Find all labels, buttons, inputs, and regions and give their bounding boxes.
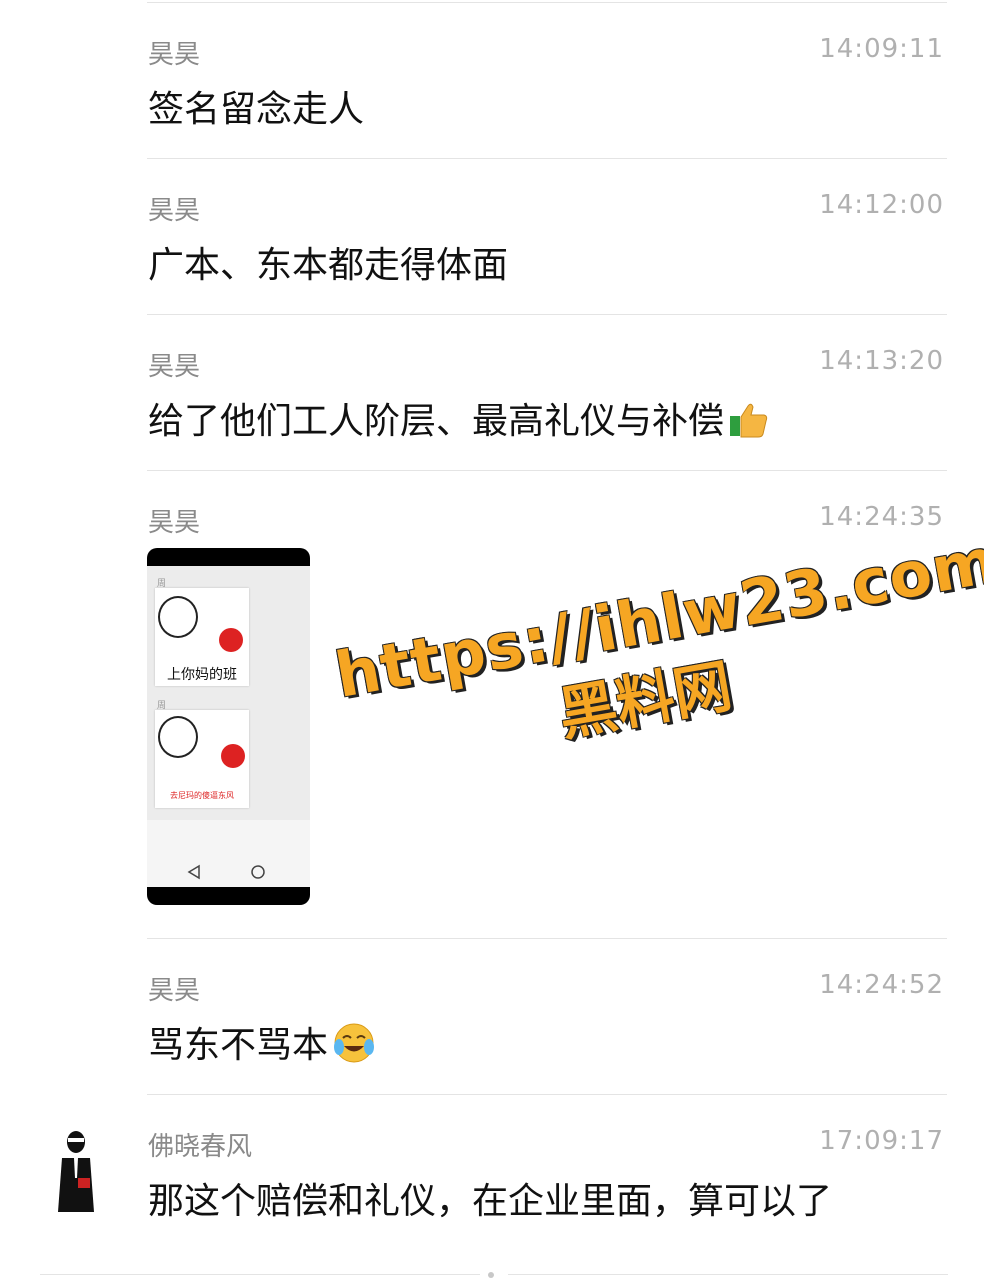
nav-bar <box>147 857 310 887</box>
sticker-caption: 去尼玛的傻逼东风 <box>170 791 234 800</box>
divider <box>40 1274 480 1275</box>
divider <box>147 470 947 471</box>
laughing-crying-icon <box>332 1021 376 1074</box>
message-time: 14:13:20 <box>819 346 944 376</box>
sticker-caption: 上你妈的班 <box>167 667 237 683</box>
logo-icon <box>219 628 243 652</box>
thumbs-up-icon <box>728 398 770 449</box>
message-text: 骂东不骂本 <box>148 1016 376 1074</box>
sender-name: 昊昊 <box>148 976 201 1006</box>
message-text: 签名留念走人 <box>148 89 365 130</box>
divider <box>147 314 947 315</box>
sender-name: 佛晓春风 <box>148 1132 253 1162</box>
message-text: 那这个赔偿和礼仪，在企业里面，算可以了 <box>148 1181 833 1222</box>
divider <box>147 938 947 939</box>
logo-icon <box>221 744 245 768</box>
message-time: 14:09:11 <box>819 34 944 64</box>
image-thumbnail[interactable]: 周 上你妈的班 周 去尼玛的傻逼东风 <box>147 548 310 905</box>
message-time: 17:09:17 <box>819 1126 944 1156</box>
panda-face-icon <box>158 716 198 758</box>
watermark: https://ihlw23.com 黑料网 <box>330 524 984 789</box>
message-text-content: 给了他们工人阶层、最高礼仪与补偿 <box>148 401 725 442</box>
avatar[interactable] <box>50 1128 106 1214</box>
sender-name: 昊昊 <box>148 196 201 226</box>
home-icon <box>251 865 265 879</box>
panda-face-icon <box>158 596 198 638</box>
message-time: 14:24:52 <box>819 970 944 1000</box>
message-time: 14:24:35 <box>819 502 944 532</box>
panda-sticker: 上你妈的班 <box>155 588 249 686</box>
message-text: 给了他们工人阶层、最高礼仪与补偿 <box>148 392 770 449</box>
back-icon <box>187 864 200 880</box>
message-time: 14:12:00 <box>819 190 944 220</box>
panda-sticker: 去尼玛的傻逼东风 <box>155 710 249 808</box>
sender-name: 昊昊 <box>148 40 201 70</box>
divider <box>508 1274 948 1275</box>
message-text-content: 骂东不骂本 <box>148 1025 329 1066</box>
divider <box>147 1094 947 1095</box>
sender-name: 昊昊 <box>148 508 201 538</box>
divider <box>147 2 947 3</box>
screenshot-lower <box>147 820 310 857</box>
message-text: 广本、东本都走得体面 <box>148 245 509 286</box>
scroll-indicator <box>488 1272 494 1278</box>
divider <box>147 158 947 159</box>
sender-name: 昊昊 <box>148 352 201 382</box>
